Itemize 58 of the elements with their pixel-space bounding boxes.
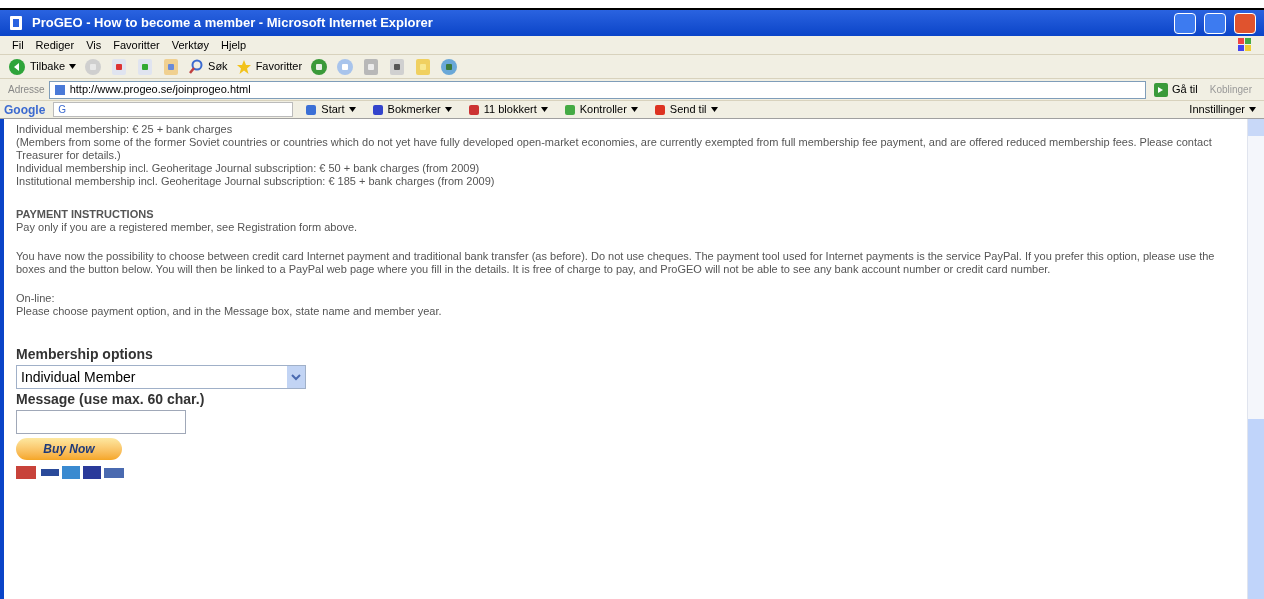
menu-item[interactable]: Hjelp — [221, 36, 247, 54]
message-field[interactable] — [16, 410, 186, 434]
membership-select[interactable]: Individual Member — [16, 365, 306, 389]
caret-icon — [630, 107, 638, 112]
fee-text: (Members from some of the former Soviet countries or countries which do not yet have fully developed open-market economies, are currently exempted from full membership fee payment, and are offered reduced membership fees. Please contact Treasurer for details.) — [16, 136, 1213, 162]
menu-item[interactable]: Fil — [12, 36, 24, 54]
section-heading: PAYMENT INSTRUCTIONS — [16, 208, 155, 221]
page-icon — [53, 83, 66, 96]
menu-item[interactable]: Verktøy — [171, 36, 209, 54]
address-label: Adresse — [8, 83, 45, 97]
toolbar-item-icon — [371, 103, 384, 116]
toolbar-button[interactable]: Start — [301, 101, 360, 118]
window-title: ProGEO - How to become a member - Microsoft Internet Explorer — [32, 14, 434, 33]
maximize-button[interactable] — [1204, 12, 1226, 34]
caret-icon — [1249, 107, 1256, 112]
close-button[interactable] — [1234, 12, 1256, 34]
google-search-field[interactable]: G — [53, 102, 294, 117]
toolbar-button[interactable]: Kontroller — [559, 101, 642, 118]
search-button[interactable]: Søk — [188, 58, 228, 75]
google-logo: Google — [4, 101, 46, 119]
favorites-button[interactable]: Favoritter — [235, 58, 303, 75]
app-icon — [8, 15, 24, 31]
caret-icon — [444, 107, 452, 112]
toolbar-button[interactable]: Send til — [649, 101, 722, 118]
url-text: http://www.progeo.se/joinprogeo.html — [69, 82, 251, 98]
windows-logo-icon — [1238, 38, 1252, 52]
online-instructions: Please choose payment option, and in the Message box, state name and member year. — [16, 305, 443, 318]
toolbar-item-icon — [467, 103, 480, 116]
payment-note: Pay only if you are a registered member, see Registration form above. — [16, 221, 359, 234]
minimize-button[interactable] — [1174, 12, 1196, 34]
fee-text: Institutional membership incl. Geoheritage Journal subscription: € 185 + bank charges (from 2009) — [16, 175, 496, 188]
fee-text: Individual membership: € 25 + bank charges — [16, 123, 234, 136]
fee-text: Individual membership incl. Geoheritage Journal subscription: € 50 + bank charges (from 2009) — [16, 162, 481, 175]
field-label: Message (use max. 60 char.) — [16, 393, 205, 406]
credit-card-logos-icon — [16, 464, 126, 480]
menu-item[interactable]: Favoritter — [113, 36, 160, 54]
toolbar-button[interactable]: 11 blokkert — [463, 101, 552, 118]
address-field[interactable]: http://www.progeo.se/joinprogeo.html — [48, 80, 1147, 99]
menu-item[interactable]: Rediger — [35, 36, 75, 54]
search-icon — [188, 58, 205, 75]
caret-icon — [710, 107, 718, 112]
toolbar-item-icon — [305, 103, 318, 116]
field-label: Membership options — [16, 348, 153, 361]
back-button[interactable]: Tilbake — [8, 57, 77, 76]
buy-now-button[interactable]: Buy Now — [16, 438, 122, 460]
online-label: On-line: — [16, 292, 56, 305]
star-icon — [235, 58, 252, 75]
settings-button[interactable]: Innstillinger — [1185, 101, 1260, 118]
paypal-paragraph: You have now the possibility to choose between credit card Internet payment and traditional bank transfer (as before). Do not use cheques. The payment tool used for Internet payments is the service PayPal. If you prefer this option, please use the boxes and the button below. You will then be linked to a PayPal web page where you fill in the details. It is free of charge to pay, and ProGEO will not be able to see any bank account number or credit card number. — [16, 250, 1216, 276]
caret-icon — [540, 107, 548, 112]
toolbar-item-icon — [653, 103, 666, 116]
toolbar-button[interactable]: Bokmerker — [367, 101, 456, 118]
menu-item[interactable]: Vis — [86, 36, 102, 54]
toolbar-item-icon — [563, 103, 576, 116]
go-button[interactable]: Gå til — [1150, 81, 1202, 98]
scrollbar[interactable] — [1247, 119, 1264, 599]
caret-icon — [348, 107, 356, 112]
caret-icon — [69, 64, 77, 69]
